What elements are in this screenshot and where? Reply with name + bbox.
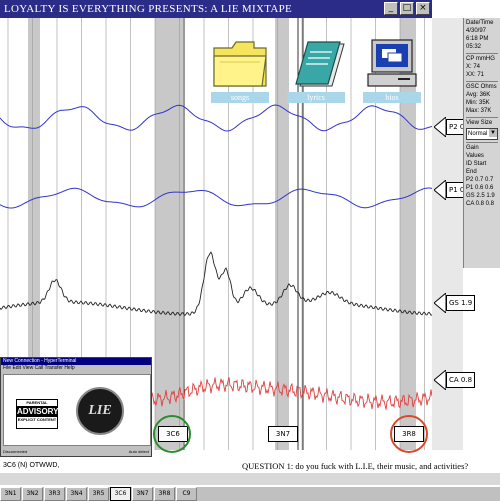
folder-icon <box>213 41 267 87</box>
green-highlight-circle <box>153 415 191 453</box>
date-time-label: Date/Time <box>466 20 494 26</box>
maximize-button[interactable]: □ <box>400 2 414 15</box>
icon-label-bios: bios <box>363 92 421 103</box>
parental-advisory-label: PARENTAL ADVISORY EXPLICIT CONTENT <box>16 399 59 429</box>
tab-c9[interactable]: C9 <box>176 487 197 501</box>
embedded-window-title: New Connection - HyperTerminal <box>1 358 151 365</box>
gain-row: P2 0.7 0.7 <box>466 177 494 183</box>
question-text: QUESTION 1: do you fuck with L.I.E, thei… <box>242 461 469 471</box>
tab-3c6[interactable]: 3C6 <box>110 487 131 501</box>
left-arrow-icon <box>434 293 446 313</box>
songs-folder-icon[interactable]: songs <box>210 38 270 103</box>
tab-3r5[interactable]: 3R5 <box>88 487 109 501</box>
tab-3r3[interactable]: 3R3 <box>44 487 65 501</box>
gain-row: CA 0.8 0.8 <box>466 201 495 207</box>
avg-value: Avg: 36K <box>466 92 491 98</box>
embedded-window-menu[interactable]: File Edit View Call Transfer Help <box>1 365 151 372</box>
max-value: Max: 37K <box>466 108 492 114</box>
computer-icon <box>367 39 417 87</box>
min-value: Min: 35K <box>466 100 490 106</box>
embedded-window-body: PARENTAL ADVISORY EXPLICIT CONTENT LIE <box>3 374 151 446</box>
gain-values-label: Gain Values <box>466 142 498 160</box>
chevron-down-icon: ▼ <box>489 129 497 137</box>
horizontal-scrollbar[interactable] <box>0 473 500 485</box>
lie-logo: LIE <box>76 387 124 435</box>
segment-label-3n7: 3N7 <box>268 426 298 442</box>
channel-marker-gs[interactable]: GS 1.9 <box>434 293 476 313</box>
gain-row: P1 0.6 0.6 <box>466 185 494 191</box>
tab-3n7[interactable]: 3N7 <box>132 487 153 501</box>
tab-3n1[interactable]: 3N1 <box>0 487 21 501</box>
embedded-terminal-window[interactable]: New Connection - HyperTerminal File Edit… <box>0 357 152 457</box>
lyrics-notepad-icon[interactable]: lyrics <box>286 38 346 103</box>
view-size-select[interactable]: Normal ▼ <box>466 128 498 140</box>
gsc-label: GSC Ohms <box>466 81 498 91</box>
left-arrow-icon <box>434 370 446 390</box>
window-title: LOYALTY IS EVERYTHING PRESENTS: A LIE MI… <box>4 3 293 15</box>
time-band <box>155 18 183 450</box>
x-value: X: 74 <box>466 64 481 70</box>
window-title-bar: LOYALTY IS EVERYTHING PRESENTS: A LIE MI… <box>0 0 432 18</box>
left-arrow-icon <box>434 117 446 137</box>
icon-label-lyrics: lyrics <box>287 92 345 103</box>
date-value: 4/30/97 <box>466 28 487 34</box>
icon-label-songs: songs <box>211 92 269 103</box>
cp-label: CP mmHG <box>466 53 498 63</box>
xx-value: XX: 71 <box>466 72 485 78</box>
gain-row: GS 2.5 1.9 <box>466 193 495 199</box>
minimize-button[interactable]: _ <box>384 2 398 15</box>
red-highlight-circle <box>390 415 428 453</box>
time-value: 6:18 PM <box>466 36 489 42</box>
segment-tabs: 3N1 3N2 3R3 3N4 3R5 3C6 3N7 3R8 C9 <box>0 486 500 501</box>
left-arrow-icon <box>434 180 446 200</box>
p1-trace <box>0 187 432 209</box>
tab-3n2[interactable]: 3N2 <box>22 487 43 501</box>
channel-marker-ca[interactable]: CA 0.8 <box>434 370 476 390</box>
bios-computer-icon[interactable]: bios <box>362 38 422 103</box>
close-button[interactable]: × <box>416 2 430 15</box>
gain-header: ID Start End <box>466 161 487 175</box>
elapsed-value: 05:32 <box>466 44 482 50</box>
tab-3r8[interactable]: 3R8 <box>154 487 175 501</box>
gs-trace <box>0 251 432 317</box>
notepad-icon <box>295 41 345 87</box>
p2-trace <box>0 104 432 132</box>
tab-3n4[interactable]: 3N4 <box>66 487 87 501</box>
embedded-window-status: Disconnected Auto detect <box>3 449 149 454</box>
info-side-panel: Date/Time 4/30/97 6:18 PM 05:32 CP mmHG … <box>463 18 500 268</box>
view-size-label: View Size <box>466 117 498 127</box>
status-line: 3C6 (N) OTWWD, <box>3 462 60 469</box>
